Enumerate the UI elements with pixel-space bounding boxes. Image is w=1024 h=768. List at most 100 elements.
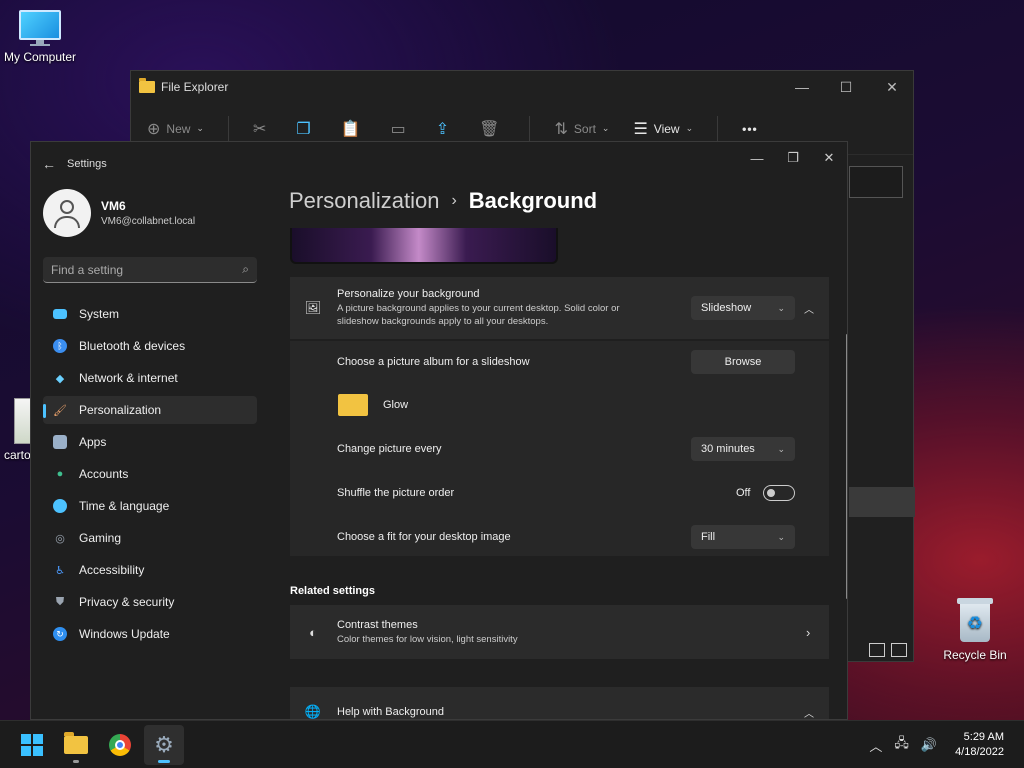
clock[interactable]: 5:29 AM 4/18/2022 [955,730,1004,760]
plus-circle-icon: ⊕ [147,120,161,138]
search-icon: ⌕ [242,262,249,276]
chevron-up-icon[interactable]: ︿ [804,301,814,316]
scissors-icon: ✂ [252,120,267,138]
chrome-icon [109,734,131,756]
user-profile[interactable]: VM6 VM6@collabnet.local [43,189,195,237]
close-button[interactable]: ✕ [811,142,847,174]
copy-button[interactable]: ❐ [296,119,316,139]
fit-label: Choose a fit for your desktop image [337,531,511,543]
shuffle-toggle[interactable] [763,485,795,501]
more-options-button[interactable]: ••• [742,122,758,136]
restore-button[interactable]: ❐ [775,142,811,174]
close-button[interactable]: ✕ [869,71,915,103]
start-button[interactable] [12,725,52,765]
background-preview-image [290,228,558,264]
shield-icon: ⛊ [55,595,65,608]
contrast-themes-card[interactable]: ◐ Contrast themes Color themes for low v… [290,605,829,659]
tiles-view-icon[interactable] [891,643,907,657]
sidebar-item-gaming[interactable]: ◎ Gaming [43,524,257,552]
album-label: Choose a picture album for a slideshow [337,356,530,368]
personalize-background-card[interactable]: 🖼 Personalize your background A picture … [290,277,829,339]
search-box[interactable] [849,166,903,198]
monitor-icon [53,309,67,319]
personalize-title: Personalize your background [337,288,480,300]
sidebar-item-personalization[interactable]: 🖌 Personalization [43,396,257,424]
new-button[interactable]: ⊕ New ⌄ [147,119,204,139]
sidebar-item-network[interactable]: ◆ Network & internet [43,364,257,392]
chevron-up-icon[interactable]: ︿ [869,736,882,755]
share-icon: ⇪ [435,120,450,138]
sidebar-item-accessibility[interactable]: ♿ Accessibility [43,556,257,584]
sidebar-item-bluetooth[interactable]: ᛒ Bluetooth & devices [43,332,257,360]
avatar [43,189,91,237]
breadcrumb-separator: › [451,192,457,209]
taskbar-chrome[interactable] [100,725,140,765]
taskbar: ⚙ ︿ 🖧 🔊 5:29 AM 4/18/2022 [0,720,1024,768]
desktop-icon-recycle-bin[interactable]: ♻ Recycle Bin [935,598,1015,662]
view-list-icon: ☰ [633,120,648,138]
minimize-button[interactable]: — [779,71,825,103]
chevron-up-icon[interactable]: ︿ [804,705,814,720]
apps-icon [53,435,67,449]
delete-button[interactable]: 🗑 [479,119,505,139]
taskbar-settings[interactable]: ⚙ [144,725,184,765]
sidebar-item-apps[interactable]: Apps [43,428,257,456]
paste-button[interactable]: 📋 [341,119,367,139]
contrast-title: Contrast themes [337,618,418,631]
slideshow-options-card: Choose a picture album for a slideshow B… [290,341,829,556]
cut-button[interactable]: ✂ [253,119,272,139]
search-input[interactable]: Find a setting ⌕ [43,257,257,283]
sort-button[interactable]: ⇅ Sort ⌄ [554,119,609,139]
browse-button[interactable]: Browse [691,350,795,374]
background-type-dropdown[interactable]: Slideshow ⌄ [691,296,795,320]
back-arrow-icon[interactable]: ← [31,156,67,172]
help-title: Help with Background [337,706,445,718]
fit-dropdown[interactable]: Fill ⌄ [691,525,795,549]
rename-button[interactable]: ▭ [391,119,412,139]
desktop-icon-label: My Computer [3,50,77,64]
view-button[interactable]: ☰ View ⌄ [633,119,693,139]
user-email: VM6@collabnet.local [101,216,196,227]
trash-icon: 🗑 [479,120,500,138]
sidebar-item-system[interactable]: System [43,300,257,328]
folder-icon [139,78,155,93]
sidebar-item-time-language[interactable]: Time & language [43,492,257,520]
maximize-button[interactable]: ☐ [823,71,869,103]
scrollbar[interactable] [846,334,847,599]
taskbar-file-explorer[interactable] [56,725,96,765]
change-interval-dropdown[interactable]: 30 minutes ⌄ [691,437,795,461]
user-name: VM6 [101,199,126,213]
clock-time: 5:29 AM [963,731,1004,743]
desktop-icon-my-computer[interactable]: My Computer [0,10,80,64]
sort-icon: ⇅ [554,120,568,138]
accessibility-icon: ♿ [55,564,65,577]
help-card[interactable]: 🌐 Help with Background ︿ [290,687,829,720]
sidebar-item-windows-update[interactable]: ↻ Windows Update [43,620,257,648]
network-icon[interactable]: 🖧 [894,734,909,756]
settings-titlebar[interactable]: ← Settings [31,142,847,186]
settings-window[interactable]: ← Settings — ❐ ✕ VM6 VM6@collabnet.local… [30,141,848,720]
computer-icon [19,10,61,46]
sidebar-item-privacy[interactable]: ⛊ Privacy & security [43,588,257,616]
change-picture-label: Change picture every [337,443,442,455]
paste-icon: 📋 [340,120,361,138]
rename-icon: ▭ [390,120,406,138]
gear-icon: ⚙ [154,732,174,757]
globe-clock-icon [53,499,67,513]
share-button[interactable]: ⇪ [436,119,455,139]
person-icon: ● [56,468,64,480]
details-view-icon[interactable] [869,643,885,657]
volume-icon[interactable]: 🔊 [921,737,937,753]
folder-icon [64,732,88,754]
bluetooth-icon: ᛒ [53,339,67,353]
minimize-button[interactable]: — [739,142,775,174]
breadcrumb-parent[interactable]: Personalization [289,188,439,214]
album-folder-name: Glow [383,399,409,411]
breadcrumb: Personalization › Background [289,188,597,214]
chevron-right-icon: › [806,624,811,640]
selected-row[interactable] [849,487,915,517]
sidebar-item-accounts[interactable]: ● Accounts [43,460,257,488]
related-settings-heading: Related settings [290,585,375,597]
contrast-icon: ◐ [309,624,317,640]
gamepad-icon: ◎ [55,532,65,545]
